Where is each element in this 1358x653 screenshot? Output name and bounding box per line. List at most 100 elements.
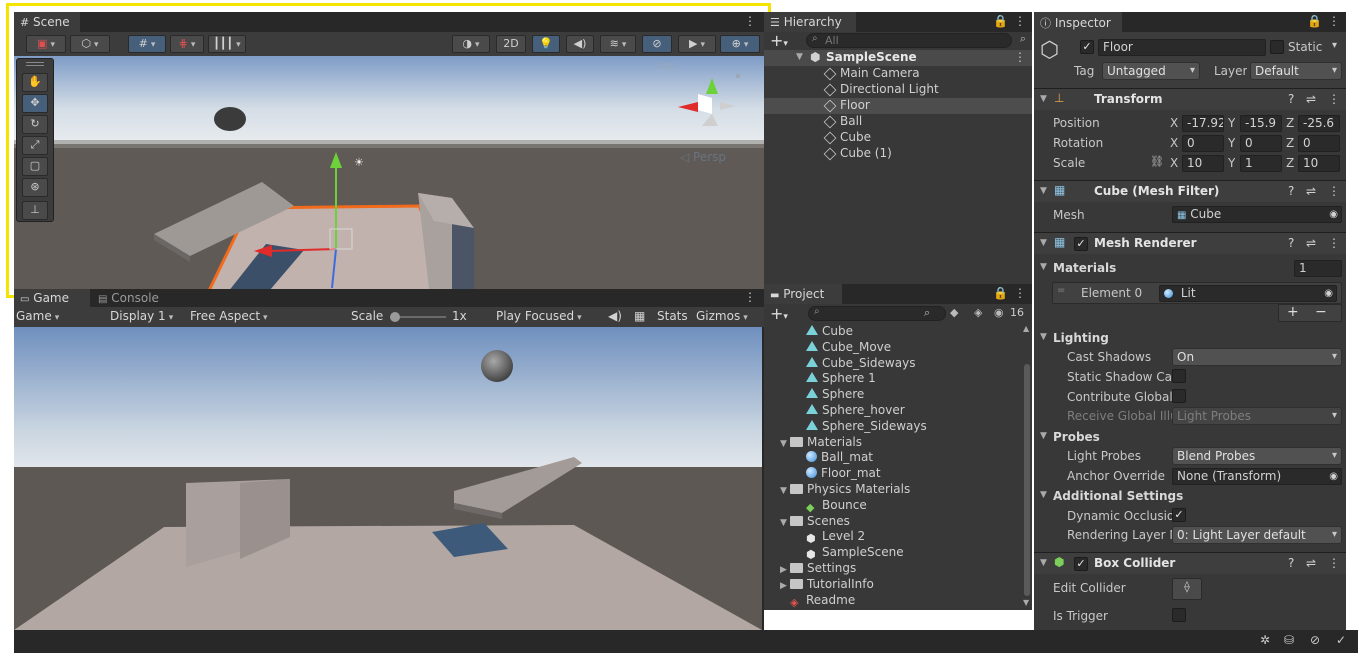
project-item[interactable]: Sphere bbox=[806, 387, 864, 401]
rotate-tool-button[interactable]: ↻ bbox=[22, 115, 48, 134]
collapse-arrow-icon[interactable]: ▼ bbox=[1040, 186, 1050, 196]
scale-x-field[interactable]: 10 bbox=[1182, 155, 1224, 172]
move-tool-button[interactable]: ✥ bbox=[22, 94, 48, 113]
anchor-override-field[interactable]: None (Transform) ◉ bbox=[1172, 468, 1342, 485]
transform-header[interactable]: ▼ ⊥ Transform ? ⇌ ⋮ bbox=[1034, 88, 1346, 110]
static-dropdown-icon[interactable]: ▾ bbox=[1332, 40, 1337, 51]
layer-dropdown[interactable]: Default bbox=[1250, 62, 1342, 80]
scale-slider-thumb[interactable] bbox=[390, 312, 400, 322]
axis-label[interactable]: Y bbox=[1228, 136, 1235, 150]
position-x-field[interactable]: -17.92 bbox=[1182, 115, 1224, 132]
additional-arrow-icon[interactable]: ▼ bbox=[1040, 490, 1050, 500]
help-icon[interactable]: ? bbox=[1288, 556, 1294, 570]
constrain-proportions-icon[interactable]: ⛓ bbox=[1150, 155, 1164, 168]
scale-tool-button[interactable]: ⤢ bbox=[22, 136, 48, 155]
hidden-count-icon[interactable]: ◉ bbox=[994, 306, 1004, 319]
mesh-renderer-enabled-checkbox[interactable]: ✓ bbox=[1074, 237, 1088, 251]
project-item[interactable]: Cube_Move bbox=[806, 340, 891, 354]
effects-button[interactable]: ≋ bbox=[600, 35, 636, 53]
rect-tool-button[interactable]: ▢ bbox=[22, 157, 48, 176]
scene-root-row[interactable]: ▼ ⬢ SampleScene ⋮ bbox=[764, 50, 1032, 66]
expand-arrow-icon[interactable]: ▼ bbox=[780, 518, 790, 528]
object-picker-icon[interactable]: ◉ bbox=[1329, 207, 1338, 222]
expand-arrow-icon[interactable]: ▼ bbox=[796, 52, 806, 62]
project-item[interactable]: ▼ Physics Materials bbox=[780, 482, 910, 496]
database-icon[interactable]: ⛁ bbox=[1284, 633, 1294, 647]
axis-label[interactable]: X bbox=[1170, 156, 1178, 170]
remove-element-button[interactable]: − bbox=[1315, 304, 1327, 320]
box-collider-enabled-checkbox[interactable]: ✓ bbox=[1074, 557, 1088, 571]
filter-type-icon[interactable]: ◆ bbox=[950, 306, 958, 319]
project-item[interactable]: Cube bbox=[806, 324, 853, 338]
axis-label[interactable]: Y bbox=[1228, 116, 1235, 130]
axis-label[interactable]: Z bbox=[1286, 116, 1294, 130]
active-checkbox[interactable]: ✓ bbox=[1080, 40, 1094, 54]
more-menu-icon[interactable]: ⋮ bbox=[1328, 236, 1340, 250]
network-off-icon[interactable]: ⊘ bbox=[1310, 633, 1320, 647]
scroll-thumb[interactable] bbox=[1024, 364, 1030, 596]
mesh-renderer-header[interactable]: ▼ ▦ ✓ Mesh Renderer ? ⇌ ⋮ bbox=[1034, 232, 1346, 254]
materials-arrow-icon[interactable]: ▼ bbox=[1040, 262, 1050, 272]
more-menu-icon[interactable]: ⋮ bbox=[1328, 556, 1340, 570]
search-options-icon[interactable]: ⌕ bbox=[1020, 32, 1026, 46]
transform-tool-button[interactable]: ⊛ bbox=[22, 178, 48, 197]
palette-drag-handle[interactable] bbox=[26, 62, 44, 66]
more-menu-icon[interactable]: ⋮ bbox=[1014, 286, 1026, 300]
create-asset-button[interactable]: +▾ bbox=[770, 304, 788, 323]
contribute-gi-checkbox[interactable] bbox=[1172, 389, 1186, 403]
increment-snap-button[interactable]: ⋕ bbox=[170, 35, 204, 53]
more-menu-icon[interactable]: ⋮ bbox=[744, 290, 756, 304]
gizmos-dropdown[interactable]: Gizmos bbox=[696, 309, 748, 323]
position-y-field[interactable]: -15.9 bbox=[1240, 115, 1282, 132]
element-material-field[interactable]: Lit ◉ bbox=[1159, 285, 1337, 302]
game-viewport[interactable] bbox=[14, 327, 762, 630]
is-trigger-checkbox[interactable] bbox=[1172, 608, 1186, 622]
collapse-arrow-icon[interactable]: ▶ bbox=[780, 581, 790, 591]
project-item[interactable]: Sphere 1 bbox=[806, 371, 876, 385]
scale-z-field[interactable]: 10 bbox=[1298, 155, 1340, 172]
collapse-arrow-icon[interactable]: ▼ bbox=[1040, 238, 1050, 248]
aspect-dropdown[interactable]: Free Aspect bbox=[190, 309, 344, 323]
hierarchy-item[interactable]: Ball bbox=[764, 114, 1032, 130]
collapse-arrow-icon[interactable]: ▼ bbox=[1040, 94, 1050, 104]
stats-button[interactable]: Stats bbox=[657, 309, 688, 323]
object-picker-icon[interactable]: ◉ bbox=[1329, 469, 1338, 484]
rendering-layer-dropdown[interactable]: 0: Light Layer default bbox=[1172, 526, 1342, 544]
visibility-toggle-button[interactable]: ⊘ bbox=[642, 35, 672, 53]
project-item[interactable]: ◆ Bounce bbox=[806, 498, 867, 514]
project-item[interactable]: ⬢ SampleScene bbox=[806, 545, 904, 561]
grid-snap-button[interactable]: # bbox=[128, 35, 166, 53]
hierarchy-item[interactable]: Main Camera bbox=[764, 66, 1032, 82]
help-icon[interactable]: ? bbox=[1288, 184, 1294, 198]
project-item[interactable]: ▼ Materials bbox=[780, 435, 862, 449]
rotation-z-field[interactable]: 0 bbox=[1298, 135, 1340, 152]
project-item[interactable]: ▶ Settings bbox=[780, 561, 856, 575]
preset-icon[interactable]: ⇌ bbox=[1306, 184, 1316, 198]
project-item[interactable]: Sphere_Sideways bbox=[806, 419, 927, 433]
cast-shadows-dropdown[interactable]: On bbox=[1172, 348, 1342, 366]
project-item[interactable]: Cube_Sideways bbox=[806, 356, 915, 370]
hierarchy-item[interactable]: Cube (1) bbox=[764, 146, 1032, 162]
mode-2d-button[interactable]: 2D bbox=[496, 35, 526, 53]
project-item[interactable]: Sphere_hover bbox=[806, 403, 905, 417]
render-mode-button[interactable]: ◑ bbox=[452, 35, 490, 53]
edit-collider-button[interactable]: ⟠ bbox=[1172, 578, 1202, 600]
tag-dropdown[interactable]: Untagged bbox=[1102, 62, 1200, 80]
expand-arrow-icon[interactable]: ▼ bbox=[780, 439, 790, 449]
more-menu-icon[interactable]: ⋮ bbox=[1328, 92, 1340, 106]
project-item[interactable]: ◈ Readme bbox=[790, 593, 855, 609]
custom-tool-button[interactable]: ⊥ bbox=[22, 201, 48, 220]
persp-label[interactable]: ◁ Persp bbox=[680, 150, 726, 164]
scene-viewport[interactable]: ☀ ◁ Persp ✋ ✥ ↻ ⤢ ▢ ⊛ ⊥ bbox=[14, 56, 764, 297]
gizmos-button[interactable]: ⊕ bbox=[720, 35, 760, 53]
tab-game[interactable]: ▭ Game bbox=[14, 289, 90, 307]
scroll-up-icon[interactable]: ▲ bbox=[1023, 324, 1029, 333]
cube-view-button[interactable]: ⬡ bbox=[70, 35, 110, 53]
more-menu-icon[interactable]: ⋮ bbox=[744, 14, 756, 28]
more-menu-icon[interactable]: ⋮ bbox=[1014, 14, 1026, 28]
checkmark-circle-icon[interactable]: ✓ bbox=[1336, 633, 1346, 647]
hierarchy-item[interactable]: Directional Light bbox=[764, 82, 1032, 98]
help-icon[interactable]: ? bbox=[1288, 236, 1294, 250]
scale-y-field[interactable]: 1 bbox=[1240, 155, 1282, 172]
search-by-type-icon[interactable]: ⌕ bbox=[924, 306, 930, 320]
